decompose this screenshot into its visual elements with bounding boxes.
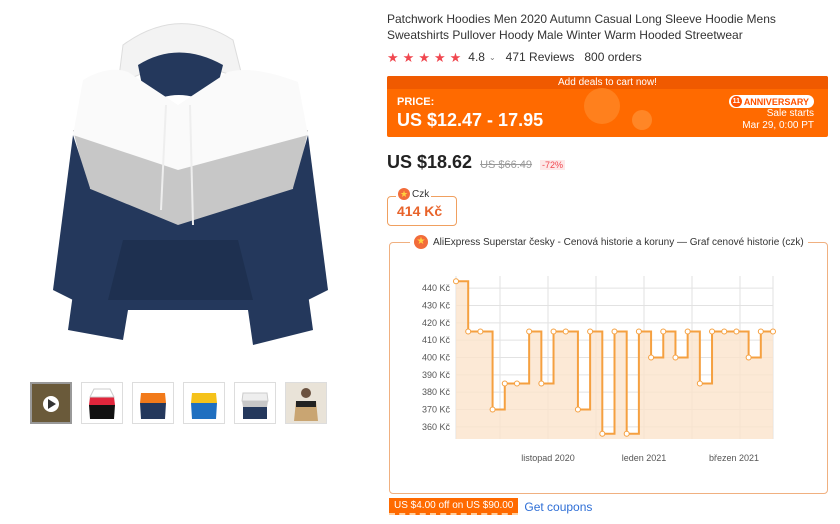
thumbnail-yellow-blue[interactable] xyxy=(183,382,225,424)
coupon-row: US $4.00 off on US $90.00 Get coupons xyxy=(389,498,592,515)
star-icon: ★ xyxy=(402,49,415,65)
superstar-icon: ★ xyxy=(414,235,428,249)
price-history-title-text: AliExpress Superstar česky - Cenová hist… xyxy=(433,236,804,248)
data-point xyxy=(477,328,484,335)
deal-price-label: PRICE: xyxy=(397,96,435,108)
data-point xyxy=(587,328,594,335)
orders-count: 800 orders xyxy=(584,50,642,64)
data-point xyxy=(709,328,716,335)
data-point xyxy=(684,328,691,335)
main-product-image[interactable] xyxy=(28,10,338,372)
data-point xyxy=(733,328,740,335)
czk-value: 414 Kč xyxy=(397,203,443,219)
y-tick-label: 370 Kč xyxy=(422,405,451,415)
y-tick-label: 360 Kč xyxy=(422,422,451,432)
price-history-chart[interactable]: 440 Kč 430 Kč 420 Kč 410 Kč 400 Kč 390 Kč 380 … xyxy=(390,256,825,468)
sale-starts: Sale starts Mar 29, 0:00 PT xyxy=(742,108,814,132)
data-point xyxy=(757,328,764,335)
data-point xyxy=(562,328,569,335)
chevron-down-icon[interactable]: ⌄ xyxy=(489,53,496,62)
deal-banner: Add deals to cart now! PRICE: US $12.47 … xyxy=(387,76,828,137)
product-title: Patchwork Hoodies Men 2020 Autumn Casual… xyxy=(387,12,776,42)
x-tick-label: listopad 2020 xyxy=(521,453,575,463)
data-point xyxy=(623,430,630,437)
anniversary-badge: 11 ANNIVERSARY xyxy=(728,95,814,108)
y-tick-label: 430 Kč xyxy=(422,300,451,310)
anniversary-icon: 11 xyxy=(730,96,742,107)
czk-label-text: Czk xyxy=(412,188,430,200)
data-point xyxy=(696,380,703,387)
data-point xyxy=(550,328,557,335)
thumbnail-orange-navy[interactable] xyxy=(132,382,174,424)
price-history-title: ★ AliExpress Superstar česky - Cenová hi… xyxy=(410,235,808,249)
discount-badge: -72% xyxy=(540,160,566,170)
y-tick-label: 410 Kč xyxy=(422,335,451,345)
rating-score[interactable]: 4.8 xyxy=(468,50,485,64)
data-point xyxy=(635,328,642,335)
data-point xyxy=(721,328,728,335)
deal-price-range: US $12.47 - 17.95 xyxy=(397,110,544,130)
thumbnail-black-red[interactable] xyxy=(81,382,123,424)
data-point xyxy=(611,328,618,335)
data-point xyxy=(453,278,459,285)
data-point xyxy=(465,328,472,335)
superstar-icon: ★ xyxy=(398,188,410,200)
data-point xyxy=(599,430,606,437)
y-tick-label: 420 Kč xyxy=(422,318,451,328)
y-tick-label: 390 Kč xyxy=(422,370,451,380)
data-point xyxy=(672,354,679,361)
sale-starts-label: Sale starts xyxy=(766,108,814,119)
x-tick-label: březen 2021 xyxy=(709,453,759,463)
czk-label: ★ Czk xyxy=(396,188,432,200)
data-point xyxy=(489,406,496,413)
thumbnail-model[interactable] xyxy=(285,382,327,424)
star-icon: ★ xyxy=(433,49,446,65)
rating-row: ★ ★ ★ ★ ★ 4.8 ⌄ 471 Reviews 800 orders xyxy=(387,50,642,64)
data-point xyxy=(660,328,667,335)
current-price: US $18.62 xyxy=(387,152,473,172)
data-point xyxy=(538,380,545,387)
star-icon: ★ xyxy=(387,49,399,65)
star-icon: ★ xyxy=(449,49,462,65)
reviews-link[interactable]: 471 Reviews xyxy=(506,50,575,64)
sale-date: Mar 29, 0:00 PT xyxy=(742,120,814,131)
banner-decoration xyxy=(584,88,652,130)
data-point xyxy=(770,328,776,335)
data-point xyxy=(526,328,533,335)
original-price: US $66.49 xyxy=(480,159,533,171)
price-row: US $18.62 US $66.49 -72% xyxy=(387,152,566,173)
thumbnail-video[interactable] xyxy=(30,382,72,424)
anniversary-label: ANNIVERSARY xyxy=(743,96,809,107)
star-icon: ★ xyxy=(418,49,430,65)
data-point xyxy=(648,354,655,361)
data-point xyxy=(501,380,508,387)
data-point xyxy=(745,354,752,361)
get-coupons-link[interactable]: Get coupons xyxy=(524,500,592,514)
thumbnail-navy-white[interactable] xyxy=(234,382,276,424)
data-point xyxy=(574,406,581,413)
x-tick-label: leden 2021 xyxy=(622,453,667,463)
thumbnail-strip xyxy=(30,382,327,424)
y-tick-label: 400 Kč xyxy=(422,353,451,363)
y-tick-label: 440 Kč xyxy=(422,283,451,293)
y-tick-label: 380 Kč xyxy=(422,387,451,397)
data-point xyxy=(513,380,520,387)
coupon-tag[interactable]: US $4.00 off on US $90.00 xyxy=(389,498,519,515)
